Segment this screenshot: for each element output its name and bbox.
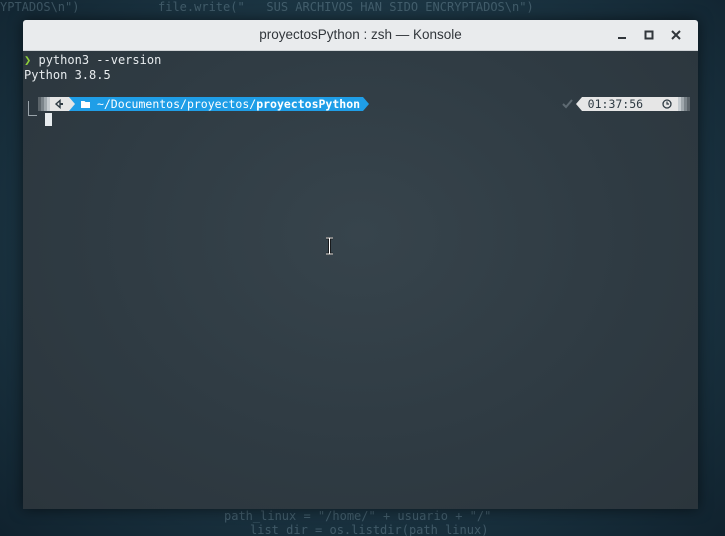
prompt-left-segments: ~/Documentos/proyectos/proyectosPython <box>38 97 370 111</box>
path-current-dir: proyectosPython <box>256 97 361 111</box>
ibeam-cursor-icon <box>325 236 334 256</box>
terminal-area[interactable]: ❯ python3 --version Python 3.8.5 ~/Docum… <box>23 51 698 509</box>
text-cursor <box>45 113 52 126</box>
command-text: python3 --version <box>38 53 162 67</box>
command-output: Python 3.8.5 <box>24 68 111 82</box>
prompt-arrow: ❯ <box>24 53 32 67</box>
background-code-line: YPTADOS\n") <box>0 0 80 14</box>
time-segment: 01:37:56 <box>581 97 678 111</box>
command-line: ❯ python3 --version <box>24 53 161 67</box>
prompt-path-segment: ~/Documentos/proyectos/proyectosPython <box>75 97 364 111</box>
prompt-bracket <box>28 101 37 116</box>
background-code-line: file.write(" SUS ARCHIVOS HAN SIDO ENCRY… <box>158 0 534 14</box>
folder-icon <box>81 97 90 111</box>
window-title: proyectosPython : zsh — Konsole <box>259 27 462 42</box>
prompt-time: 01:37:56 <box>587 97 644 111</box>
linux-icon <box>50 97 69 111</box>
background-code-line: path_linux = "/home/" + usuario + "/" <box>224 509 492 523</box>
minimize-icon[interactable] <box>612 25 632 45</box>
konsole-window: proyectosPython : zsh — Konsole ❯ python… <box>23 20 698 509</box>
prompt-right-segments: 01:37:56 <box>561 97 690 111</box>
clock-icon <box>662 97 672 111</box>
close-icon[interactable] <box>666 25 686 45</box>
maximize-icon[interactable] <box>639 25 659 45</box>
check-icon <box>561 97 576 111</box>
background-code-line: list_dir = os.listdir(path_linux) <box>250 523 489 536</box>
path-prefix: ~/Documentos/proyectos/ <box>96 97 257 111</box>
window-titlebar[interactable]: proyectosPython : zsh — Konsole <box>23 20 698 51</box>
